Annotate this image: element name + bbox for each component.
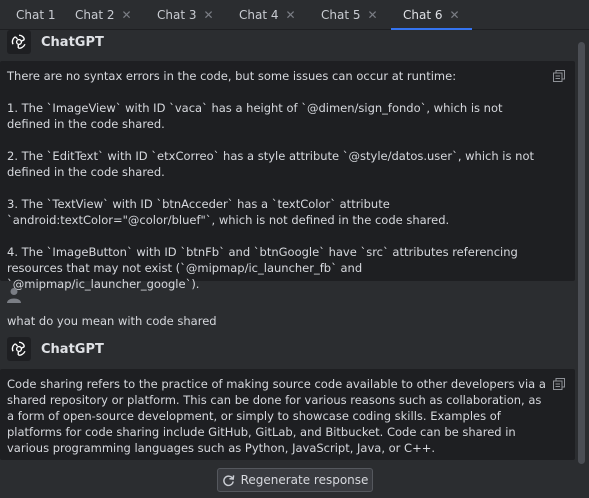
list-item: 4. The `ImageButton` with ID `btnFb` and… — [7, 245, 518, 291]
message-intro: There are no syntax errors in the code, … — [7, 69, 457, 83]
close-icon[interactable]: ✕ — [122, 8, 132, 22]
tab-chat-1[interactable]: Chat 1 — [16, 0, 56, 29]
tab-label: Chat 1 — [16, 7, 56, 22]
tab-chat-6[interactable]: Chat 6 ✕ — [391, 0, 472, 30]
close-icon[interactable]: ✕ — [368, 8, 378, 22]
tab-label: Chat 5 — [321, 7, 361, 22]
assistant-message: Code sharing refers to the practice of m… — [0, 369, 575, 460]
assistant-header: ChatGPT — [7, 337, 104, 361]
message-text: Code sharing refers to the practice of m… — [7, 377, 546, 455]
active-tab-indicator — [391, 28, 472, 30]
user-icon — [7, 287, 21, 307]
scrollbar[interactable] — [578, 42, 585, 464]
tab-chat-4[interactable]: Chat 4 ✕ — [239, 0, 296, 29]
close-icon[interactable]: ✕ — [286, 8, 296, 22]
openai-logo-icon — [7, 30, 31, 54]
tab-label: Chat 6 — [403, 7, 443, 22]
refresh-icon — [222, 474, 234, 486]
author-name: ChatGPT — [41, 341, 104, 357]
assistant-message: There are no syntax errors in the code, … — [0, 61, 575, 291]
list-item: 3. The `TextView` with ID `btnAcceder` h… — [7, 197, 450, 227]
openai-logo-icon — [7, 337, 31, 361]
tab-label: Chat 3 — [157, 7, 197, 22]
close-icon[interactable]: ✕ — [204, 8, 214, 22]
author-name: ChatGPT — [41, 34, 104, 50]
close-icon[interactable]: ✕ — [450, 8, 460, 22]
regenerate-button[interactable]: Regenerate response — [217, 468, 373, 492]
list-item: 1. The `ImageView` with ID `vaca` has a … — [7, 101, 503, 131]
tab-chat-2[interactable]: Chat 2 ✕ — [75, 0, 132, 29]
copy-icon[interactable] — [553, 67, 565, 82]
tab-chat-3[interactable]: Chat 3 ✕ — [157, 0, 214, 29]
regenerate-label: Regenerate response — [240, 473, 369, 487]
list-item: 2. The `EditText` with ID `etxCorreo` ha… — [7, 149, 534, 179]
tab-label: Chat 2 — [75, 7, 115, 22]
tab-label: Chat 4 — [239, 7, 279, 22]
tab-chat-5[interactable]: Chat 5 ✕ — [321, 0, 378, 29]
user-message: what do you mean with code shared — [7, 314, 217, 328]
assistant-header: ChatGPT — [7, 30, 104, 54]
tab-bar: Chat 1 Chat 2 ✕ Chat 3 ✕ Chat 4 ✕ Chat 5… — [0, 0, 589, 30]
